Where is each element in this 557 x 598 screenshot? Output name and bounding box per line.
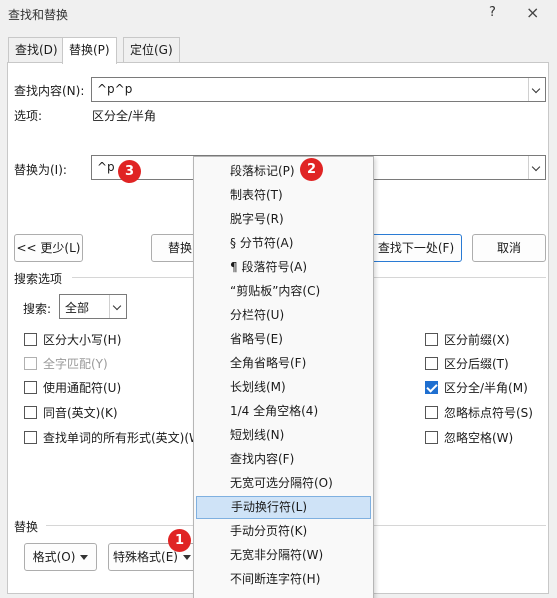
checkbox-box[interactable] xyxy=(24,357,37,370)
help-icon[interactable]: ? xyxy=(489,5,496,20)
caret-down-icon xyxy=(182,555,191,560)
find-value: ^p^p xyxy=(97,82,133,96)
find-history-dropdown[interactable] xyxy=(528,78,545,101)
close-icon[interactable]: × xyxy=(526,3,539,22)
tab-find[interactable]: 查找(D) xyxy=(8,37,65,62)
menu-item-fullwidth-ellipsis[interactable]: 全角省略号(F) xyxy=(196,352,371,375)
ignore-punctuation-label: 忽略标点符号(S) xyxy=(444,406,533,420)
tab-replace[interactable]: 替换(P) xyxy=(62,37,117,64)
options-label: 选项: xyxy=(14,109,43,123)
menu-item-quarter-em-space[interactable]: 1/4 全角空格(4) xyxy=(196,400,371,423)
menu-item-ellipsis[interactable]: 省略号(E) xyxy=(196,328,371,351)
checkbox-box[interactable] xyxy=(24,431,37,444)
match-case-checkbox[interactable]: 区分大小写(H) xyxy=(24,331,121,348)
checkbox-box[interactable] xyxy=(425,431,438,444)
tab-bar: 查找(D) 替换(P) 定位(G) xyxy=(0,37,557,64)
sounds-like-label: 同音(英文)(K) xyxy=(43,406,118,420)
caret-down-icon xyxy=(80,555,89,560)
checkbox-box[interactable] xyxy=(425,381,438,394)
replace-history-dropdown[interactable] xyxy=(528,156,545,179)
menu-item-tab-character[interactable]: 制表符(T) xyxy=(196,184,371,207)
format-button[interactable]: 格式(O) xyxy=(24,543,97,571)
replace-label: 替换为(I): xyxy=(14,163,67,177)
chevron-down-icon[interactable] xyxy=(109,295,126,318)
menu-item-nonbreaking-hyphen[interactable]: 不间断连字符(H) xyxy=(196,568,371,591)
options-value: 区分全/半角 xyxy=(92,109,157,123)
menu-item-clipboard-contents[interactable]: “剪贴板”内容(C) xyxy=(196,280,371,303)
less-button[interactable]: << 更少(L) xyxy=(14,234,83,262)
menu-item-manual-page-break[interactable]: 手动分页符(K) xyxy=(196,520,371,543)
format-button-label: 格式(O) xyxy=(32,550,76,564)
step-badge-3: 3 xyxy=(118,160,141,183)
checkbox-box[interactable] xyxy=(425,357,438,370)
menu-item-nonbreaking-space[interactable]: 无宽非分隔符(W) xyxy=(196,544,371,567)
step-badge-2: 2 xyxy=(300,158,323,181)
whole-word-label: 全字匹配(Y) xyxy=(43,357,108,371)
match-width-checkbox[interactable]: 区分全/半角(M) xyxy=(425,379,528,396)
whole-word-checkbox[interactable]: 全字匹配(Y) xyxy=(24,355,108,372)
match-case-label: 区分大小写(H) xyxy=(43,333,122,347)
match-prefix-checkbox[interactable]: 区分前缀(X) xyxy=(425,331,510,348)
search-direction-select[interactable]: 全部 xyxy=(59,294,127,319)
checkbox-box[interactable] xyxy=(425,406,438,419)
ignore-punctuation-checkbox[interactable]: 忽略标点符号(S) xyxy=(425,404,533,421)
menu-item-section-character[interactable]: § 分节符(A) xyxy=(196,232,371,255)
checkbox-box[interactable] xyxy=(24,333,37,346)
checkbox-box[interactable] xyxy=(425,333,438,346)
checkbox-box[interactable] xyxy=(24,406,37,419)
all-word-forms-label: 查找单词的所有形式(英文)(W) xyxy=(43,431,206,445)
match-suffix-checkbox[interactable]: 区分后缀(T) xyxy=(425,355,509,372)
match-prefix-label: 区分前缀(X) xyxy=(444,333,510,347)
menu-item-paragraph-character[interactable]: ¶ 段落符号(A) xyxy=(196,256,371,279)
title-bar: 查找和替换 ? × xyxy=(0,0,557,28)
menu-item-manual-line-break[interactable]: 手动换行符(L) xyxy=(196,496,371,519)
menu-item-caret[interactable]: 脱字号(R) xyxy=(196,208,371,231)
find-label: 查找内容(N): xyxy=(14,84,85,98)
search-direction-label: 搜索: xyxy=(23,302,52,316)
wildcards-checkbox[interactable]: 使用通配符(U) xyxy=(24,379,121,396)
search-direction-value: 全部 xyxy=(65,301,90,315)
ignore-whitespace-label: 忽略空格(W) xyxy=(444,431,514,445)
find-next-button[interactable]: 查找下一处(F) xyxy=(370,234,462,262)
special-format-menu: 段落标记(P) 制表符(T) 脱字号(R) § 分节符(A) ¶ 段落符号(A)… xyxy=(193,156,374,598)
window-title: 查找和替换 xyxy=(8,8,69,22)
menu-item-en-dash[interactable]: 短划线(N) xyxy=(196,424,371,447)
match-suffix-label: 区分后缀(T) xyxy=(444,357,509,371)
step-badge-1: 1 xyxy=(168,529,191,552)
find-input[interactable]: ^p^p xyxy=(91,77,546,102)
match-width-label: 区分全/半角(M) xyxy=(444,381,528,395)
menu-item-paragraph-mark[interactable]: 段落标记(P) xyxy=(196,160,371,183)
cancel-button[interactable]: 取消 xyxy=(472,234,546,262)
checkbox-box[interactable] xyxy=(24,381,37,394)
menu-item-optional-break[interactable]: 无宽可选分隔符(O) xyxy=(196,472,371,495)
menu-item-find-what-text[interactable]: 查找内容(F) xyxy=(196,448,371,471)
search-options-title: 搜索选项 xyxy=(14,272,63,286)
menu-item-column-break[interactable]: 分栏符(U) xyxy=(196,304,371,327)
all-word-forms-checkbox[interactable]: 查找单词的所有形式(英文)(W) xyxy=(24,429,206,446)
sounds-like-checkbox[interactable]: 同音(英文)(K) xyxy=(24,404,118,421)
ignore-whitespace-checkbox[interactable]: 忽略空格(W) xyxy=(425,429,513,446)
replace-value: ^p xyxy=(97,160,115,174)
special-format-button-label: 特殊格式(E) xyxy=(113,550,178,564)
tab-goto[interactable]: 定位(G) xyxy=(123,37,180,62)
wildcards-label: 使用通配符(U) xyxy=(43,381,122,395)
menu-item-em-dash[interactable]: 长划线(M) xyxy=(196,376,371,399)
replace-section-title: 替换 xyxy=(14,520,39,534)
